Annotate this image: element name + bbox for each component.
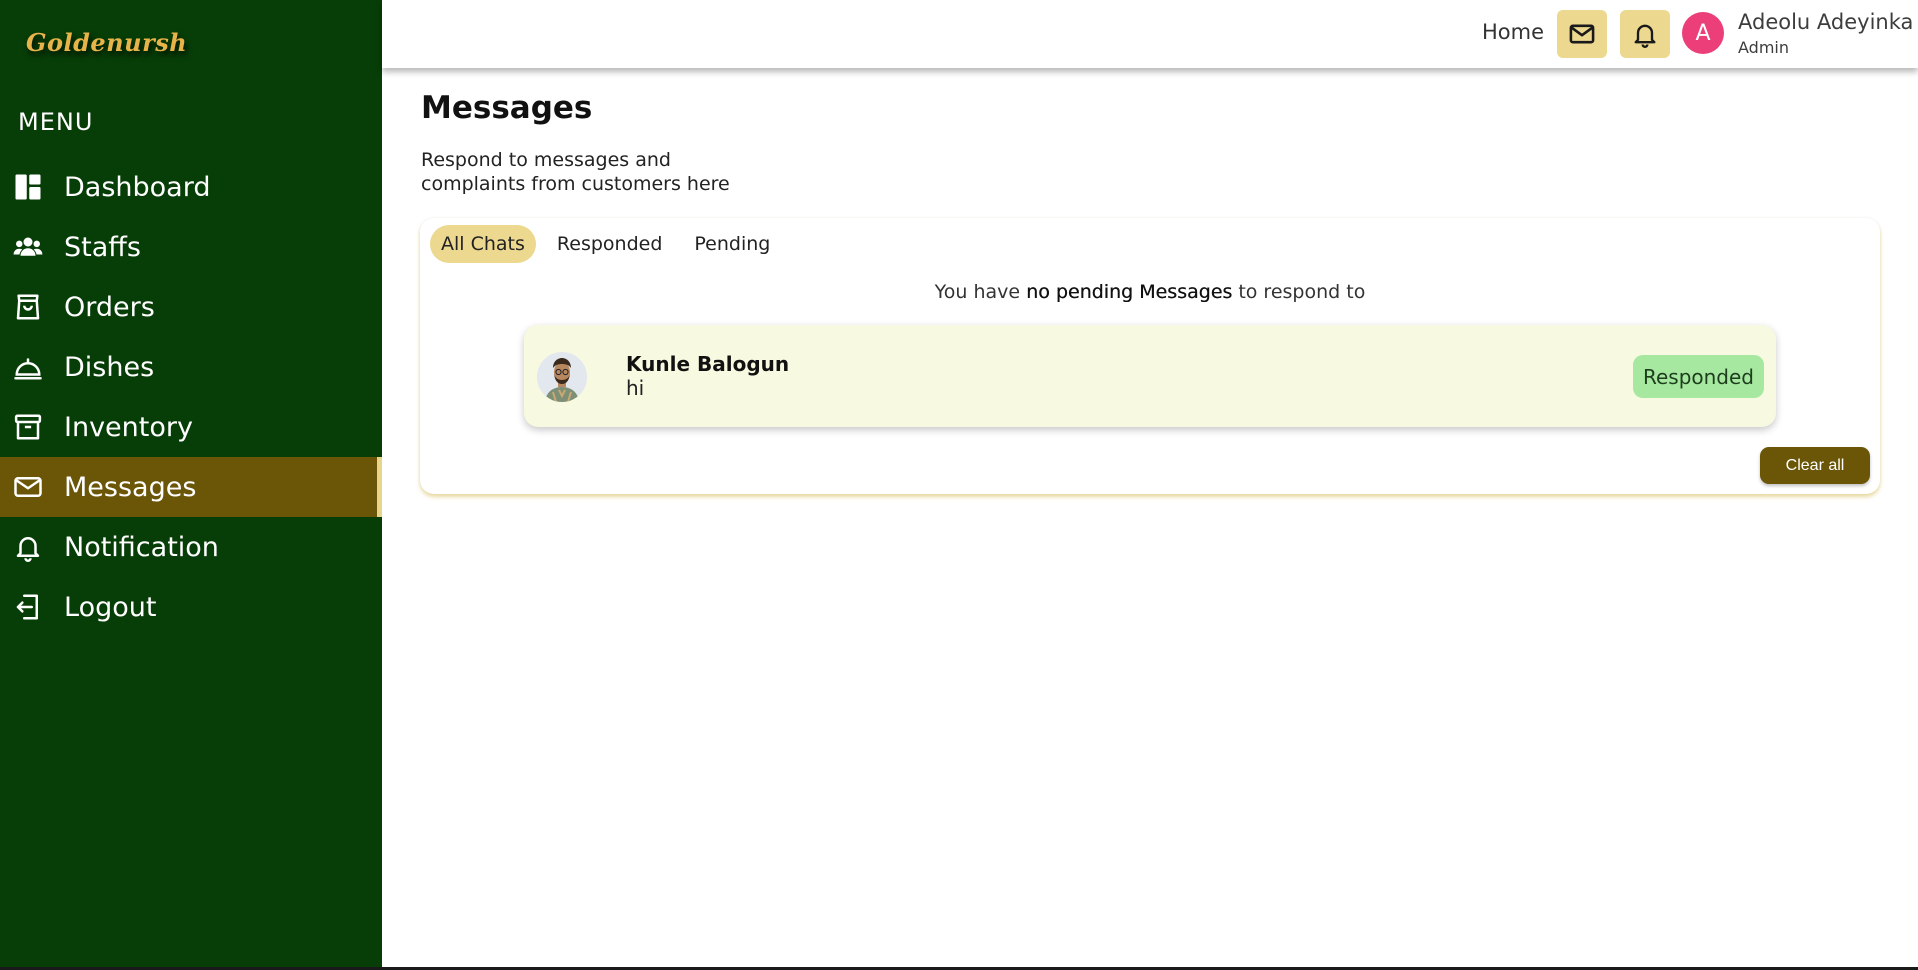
- top-header: Home A Adeolu Adeyinka Admin: [382, 0, 1918, 68]
- sidebar-item-label: Dishes: [64, 351, 155, 383]
- status-badge: Responded: [1632, 355, 1764, 398]
- sidebar-item-inventory[interactable]: Inventory: [0, 397, 382, 457]
- sidebar-item-label: Staffs: [64, 231, 141, 263]
- clear-all-button[interactable]: Clear all: [1760, 447, 1870, 484]
- sidebar-item-label: Inventory: [64, 411, 193, 443]
- tab-pending[interactable]: Pending: [683, 225, 781, 263]
- bell-icon: [1631, 20, 1659, 48]
- messages-header-button[interactable]: [1557, 10, 1607, 58]
- sender-avatar: [537, 352, 587, 402]
- sidebar-item-dishes[interactable]: Dishes: [0, 337, 382, 397]
- pending-notice: You have no pending Messages to respond …: [420, 281, 1880, 303]
- messages-card: All Chats Responded Pending You have no …: [420, 218, 1880, 494]
- tab-responded[interactable]: Responded: [546, 225, 673, 263]
- notice-emphasis: no pending Messages: [1026, 281, 1233, 303]
- sidebar-item-label: Logout: [64, 591, 157, 623]
- notifications-header-button[interactable]: [1620, 10, 1670, 58]
- user-role: Admin: [1738, 38, 1789, 57]
- mail-icon: [1568, 20, 1596, 48]
- sidebar-item-staffs[interactable]: Staffs: [0, 217, 382, 277]
- message-tabs: All Chats Responded Pending: [430, 225, 781, 263]
- sidebar-item-label: Orders: [64, 291, 155, 323]
- app-root: Goldenursh MENU Dashboard Staffs Orders: [0, 0, 1918, 970]
- sidebar-item-messages[interactable]: Messages: [0, 457, 382, 517]
- sidebar-item-label: Messages: [64, 471, 197, 503]
- page-title: Messages: [421, 90, 593, 126]
- message-preview: hi: [626, 376, 645, 400]
- sidebar-nav: Dashboard Staffs Orders Dishes Inventory…: [0, 157, 382, 637]
- sidebar-item-label: Notification: [64, 531, 219, 563]
- archive-icon: [12, 411, 44, 443]
- home-link[interactable]: Home: [1482, 20, 1544, 44]
- menu-heading: MENU: [18, 108, 94, 136]
- cloche-icon: [12, 351, 44, 383]
- message-sender: Kunle Balogun: [626, 352, 790, 376]
- sidebar-item-logout[interactable]: Logout: [0, 577, 382, 637]
- shopping-bag-icon: [12, 291, 44, 323]
- logout-icon: [12, 591, 44, 623]
- sidebar-item-label: Dashboard: [64, 171, 211, 203]
- dashboard-icon: [12, 171, 44, 203]
- page-subtitle: Respond to messages and complaints from …: [421, 149, 730, 195]
- tab-all-chats[interactable]: All Chats: [430, 225, 536, 263]
- message-list-item[interactable]: Kunle Balogun hi Responded: [524, 325, 1776, 427]
- brand-logo[interactable]: Goldenursh: [26, 28, 187, 57]
- notice-suffix: to respond to: [1232, 281, 1366, 303]
- mail-icon: [12, 471, 44, 503]
- sidebar-item-dashboard[interactable]: Dashboard: [0, 157, 382, 217]
- bell-icon: [12, 531, 44, 563]
- users-icon: [12, 231, 44, 263]
- sidebar: Goldenursh MENU Dashboard Staffs Orders: [0, 0, 382, 967]
- sidebar-item-orders[interactable]: Orders: [0, 277, 382, 337]
- user-name: Adeolu Adeyinka: [1738, 10, 1914, 34]
- notice-prefix: You have: [934, 281, 1027, 303]
- user-avatar[interactable]: A: [1682, 12, 1724, 54]
- sidebar-item-notification[interactable]: Notification: [0, 517, 382, 577]
